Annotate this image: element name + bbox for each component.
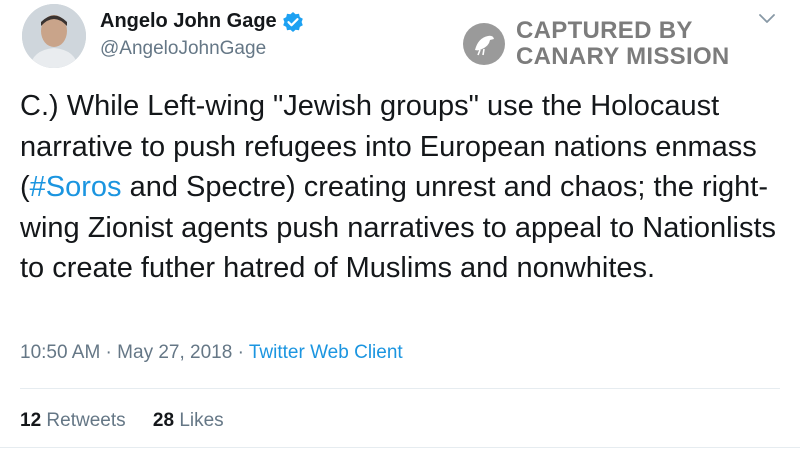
tweet-stats: 12 Retweets 28 Likes xyxy=(20,410,246,432)
divider xyxy=(20,388,780,389)
tweet-date[interactable]: May 27, 2018 xyxy=(117,342,232,363)
watermark: CAPTURED BY CANARY MISSION xyxy=(462,18,730,70)
meta-separator: · xyxy=(100,342,118,363)
tweet-meta: 10:50 AM · May 27, 2018 · Twitter Web Cl… xyxy=(20,342,403,364)
chevron-down-icon[interactable] xyxy=(757,12,777,26)
display-name-row[interactable]: Angelo John Gage xyxy=(100,10,304,33)
display-name[interactable]: Angelo John Gage xyxy=(100,10,277,33)
client-link[interactable]: Twitter Web Client xyxy=(249,342,403,363)
retweets-count: 12 xyxy=(20,410,42,431)
retweets-label: Retweets xyxy=(46,410,126,431)
watermark-line-1: CAPTURED BY xyxy=(516,17,693,44)
divider xyxy=(0,447,800,448)
canary-logo-icon xyxy=(463,23,505,65)
tweet-text: C.) While Left-wing "Jewish groups" use … xyxy=(20,86,790,289)
retweets-stat[interactable]: 12 Retweets xyxy=(20,410,126,432)
avatar[interactable] xyxy=(22,4,86,68)
verified-badge-icon xyxy=(282,11,304,33)
likes-stat[interactable]: 28 Likes xyxy=(153,410,224,432)
hashtag-link[interactable]: #Soros xyxy=(30,171,122,203)
likes-count: 28 xyxy=(152,410,175,431)
meta-separator: · xyxy=(232,342,249,363)
tweet-card: Angelo John Gage @AngeloJohnGage CAPTURE… xyxy=(0,0,800,452)
likes-label: Likes xyxy=(179,410,224,431)
watermark-line-2: CANARY MISSION xyxy=(516,43,730,70)
watermark-text: CAPTURED BY CANARY MISSION xyxy=(516,18,730,70)
avatar-image xyxy=(22,4,86,68)
tweet-time[interactable]: 10:50 AM xyxy=(20,342,100,363)
user-handle[interactable]: @AngeloJohnGage xyxy=(100,38,266,60)
tweet-text-part-2: and Spectre) creating unrest and chaos; … xyxy=(20,171,777,284)
